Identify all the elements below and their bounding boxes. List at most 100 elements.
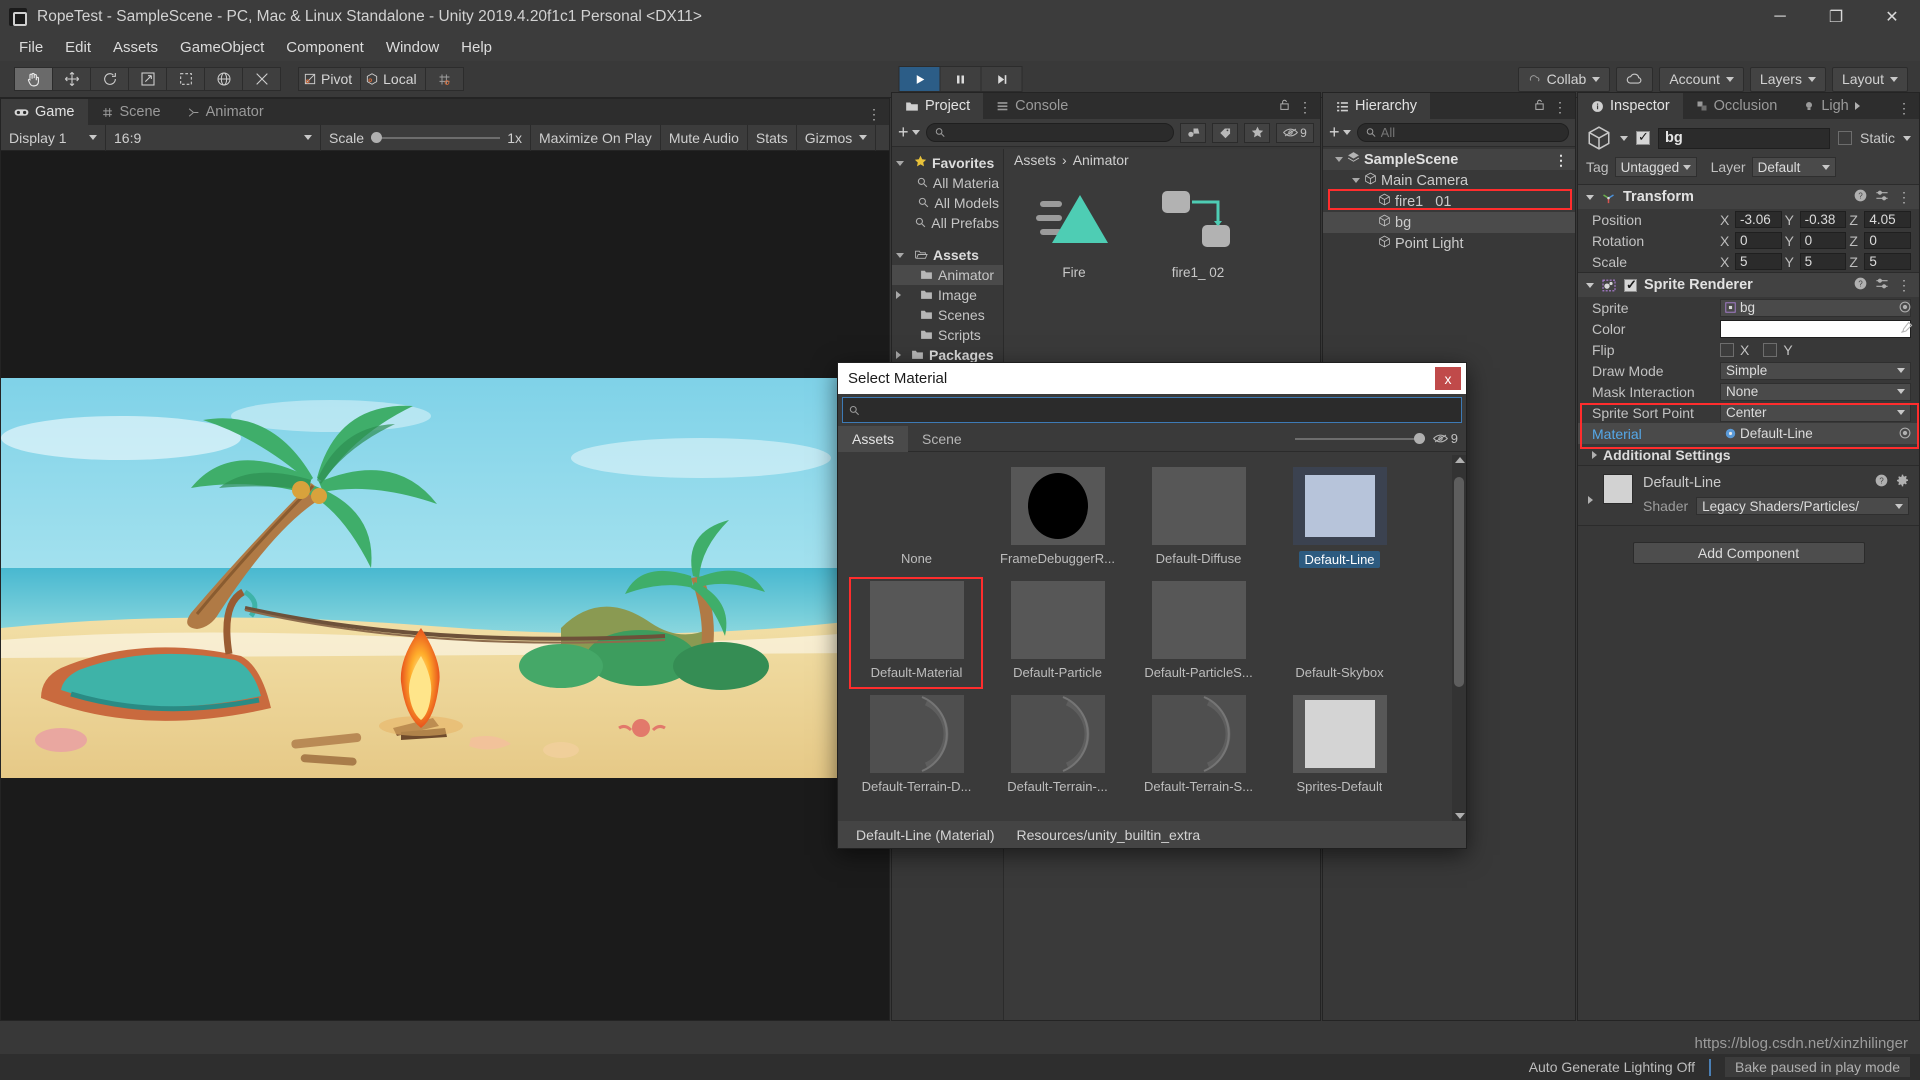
scale-slider[interactable]	[371, 131, 501, 143]
grid-snap-button[interactable]	[424, 67, 464, 91]
move-tool-button[interactable]	[52, 67, 91, 91]
custom-tool-button[interactable]	[242, 67, 281, 91]
game-panel-menu[interactable]: ⋮	[867, 107, 889, 125]
close-button[interactable]: ✕	[1864, 0, 1920, 34]
layer-dropdown[interactable]: Default	[1751, 157, 1836, 177]
lock-icon[interactable]	[1534, 98, 1545, 115]
transform-x-input[interactable]: 5	[1735, 253, 1782, 270]
chevron-down-icon[interactable]	[1352, 178, 1360, 183]
transform-tool-button[interactable]	[204, 67, 243, 91]
account-button[interactable]: Account	[1659, 66, 1744, 92]
hierarchy-item-point-light[interactable]: Point Light	[1323, 233, 1575, 254]
menu-help[interactable]: Help	[450, 36, 503, 59]
dialog-zoom-slider[interactable]	[1294, 432, 1425, 444]
dialog-tab-assets[interactable]: Assets	[838, 425, 909, 452]
chevron-down-icon[interactable]	[896, 252, 904, 258]
chevron-right-icon[interactable]	[1592, 450, 1597, 459]
gizmos-dropdown[interactable]: Gizmos	[797, 124, 877, 151]
flip-y-checkbox[interactable]	[1763, 342, 1778, 357]
scroll-down-arrow-icon[interactable]	[1455, 813, 1465, 819]
layers-button[interactable]: Layers	[1749, 66, 1826, 92]
kebab-icon[interactable]: ⋮	[1897, 101, 1911, 115]
dialog-close-button[interactable]: x	[1435, 367, 1461, 390]
project-tree-item-scripts[interactable]: Scripts	[892, 325, 1003, 345]
dialog-scrollbar[interactable]	[1452, 455, 1466, 821]
hierarchy-item-samplescene[interactable]: SampleScene ⋮	[1323, 149, 1575, 170]
tab-occlusion[interactable]: Occlusion	[1682, 93, 1791, 119]
project-tree-item-all-models[interactable]: All Models	[892, 193, 1003, 213]
chevron-down-icon[interactable]	[1586, 194, 1594, 200]
tab-console[interactable]: Console	[983, 93, 1082, 119]
scale-slider-knob[interactable]	[371, 131, 383, 143]
menu-gameobject[interactable]: GameObject	[169, 36, 275, 59]
dialog-visibility-toggle[interactable]: 9	[1432, 431, 1458, 446]
filter-favorite-button[interactable]	[1244, 122, 1270, 143]
minimize-button[interactable]: ─	[1752, 0, 1808, 34]
project-tree-item-favorites[interactable]: Favorites	[892, 153, 1003, 173]
chevron-right-icon[interactable]	[896, 351, 901, 359]
tag-dropdown[interactable]: Untagged	[1614, 157, 1697, 177]
material-item-default-line[interactable]: Default-Line	[1269, 463, 1410, 577]
local-toggle[interactable]: Local	[360, 67, 426, 91]
additional-settings-row[interactable]: Additional Settings	[1578, 444, 1919, 465]
transform-y-input[interactable]: -0.38	[1799, 211, 1847, 228]
sprite-sort-point-dropdown[interactable]: Center	[1720, 403, 1911, 422]
chevron-down-icon[interactable]	[1620, 135, 1628, 141]
mute-audio-toggle[interactable]: Mute Audio	[661, 124, 748, 151]
chevron-down-icon[interactable]	[896, 160, 904, 166]
scale-tool-button[interactable]	[128, 67, 167, 91]
menu-file[interactable]: File	[8, 36, 54, 59]
preset-icon[interactable]	[1875, 189, 1889, 206]
chevron-down-icon[interactable]	[1903, 135, 1911, 141]
kebab-icon[interactable]: ⋮	[1897, 278, 1911, 292]
create-gameobject-button[interactable]: +	[1329, 122, 1351, 143]
maximize-on-play-toggle[interactable]: Maximize On Play	[531, 124, 661, 151]
dialog-zoom-knob[interactable]	[1413, 432, 1425, 444]
draw-mode-dropdown[interactable]: Simple	[1720, 361, 1911, 380]
material-item-default-terrain-s[interactable]: Default-Terrain-S...	[1128, 691, 1269, 805]
menu-window[interactable]: Window	[375, 36, 450, 59]
object-enabled-checkbox[interactable]	[1636, 129, 1650, 145]
collab-button[interactable]: Collab	[1517, 66, 1611, 92]
object-picker-icon[interactable]	[1899, 300, 1911, 316]
material-item-default-diffuse[interactable]: Default-Diffuse	[1128, 463, 1269, 577]
shader-dropdown[interactable]: Legacy Shaders/Particles/	[1696, 497, 1909, 515]
add-component-button[interactable]: Add Component	[1632, 542, 1865, 564]
chevron-right-icon[interactable]	[1588, 496, 1593, 504]
layout-button[interactable]: Layout	[1831, 66, 1908, 92]
material-item-sprites-default[interactable]: Sprites-Default	[1269, 691, 1410, 805]
asset-item-fire1-02[interactable]: fire1_ 02	[1150, 185, 1246, 280]
game-render-canvas[interactable]	[1, 151, 889, 1020]
material-item-framedebuggerr[interactable]: FrameDebuggerR...	[987, 463, 1128, 577]
rotate-tool-button[interactable]	[90, 67, 129, 91]
tab-game[interactable]: Game	[1, 99, 88, 125]
help-icon[interactable]: ?	[1875, 474, 1888, 491]
material-item-none[interactable]: None	[846, 463, 987, 577]
hand-tool-button[interactable]	[14, 67, 53, 91]
project-tree-item-animator[interactable]: Animator	[892, 265, 1003, 285]
material-item-default-particle[interactable]: Default-Particle	[987, 577, 1128, 691]
material-item-default-terrain-d[interactable]: Default-Terrain-D...	[846, 691, 987, 805]
inspector-panel-menu[interactable]: ⋮	[1897, 101, 1919, 119]
flip-x-checkbox[interactable]	[1720, 342, 1734, 357]
object-name-field[interactable]: bg	[1658, 127, 1830, 149]
scroll-up-arrow-icon[interactable]	[1455, 457, 1465, 463]
static-checkbox[interactable]	[1837, 131, 1852, 145]
tab-lighting[interactable]: Ligh	[1790, 93, 1864, 119]
color-swatch-field[interactable]	[1720, 319, 1911, 338]
project-tree-item-all-materia[interactable]: All Materia	[892, 173, 1003, 193]
breadcrumb-animator[interactable]: Animator	[1073, 152, 1129, 168]
kebab-icon[interactable]: ⋮	[1298, 100, 1312, 114]
help-icon[interactable]: ?	[1854, 189, 1867, 206]
lock-icon[interactable]	[1279, 98, 1290, 115]
kebab-icon[interactable]: ⋮	[1554, 153, 1575, 167]
project-tree-item-assets[interactable]: Assets	[892, 245, 1003, 265]
hierarchy-search-box[interactable]	[1356, 123, 1569, 142]
menu-assets[interactable]: Assets	[102, 36, 169, 59]
pivot-toggle[interactable]: Pivot	[298, 67, 362, 91]
eyedropper-icon[interactable]	[1900, 321, 1913, 337]
transform-y-input[interactable]: 0	[1799, 232, 1847, 249]
transform-x-input[interactable]: 0	[1735, 232, 1782, 249]
tab-project[interactable]: Project	[892, 93, 984, 119]
asset-item-fire[interactable]: Fire	[1026, 185, 1122, 280]
